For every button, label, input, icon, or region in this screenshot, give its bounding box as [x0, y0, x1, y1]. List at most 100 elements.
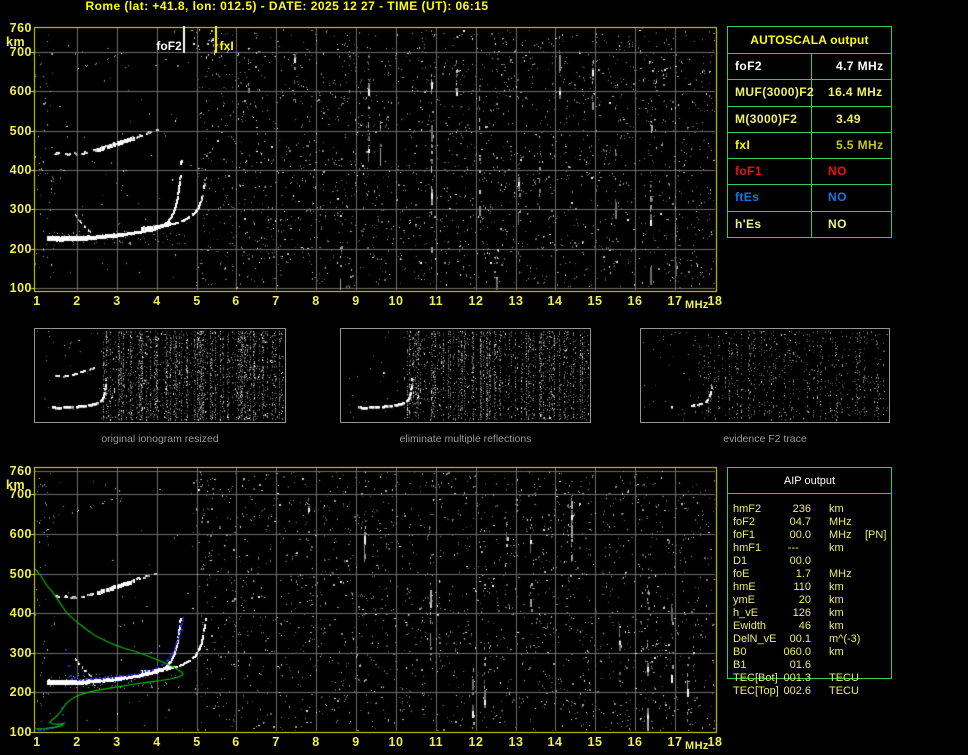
y-tick-label: 100: [1, 282, 32, 294]
x-tick-label: 2: [65, 736, 89, 748]
x-tick-label: 11: [424, 295, 448, 307]
aip-param-value: 236: [783, 503, 811, 516]
x-tick-label: 15: [583, 736, 607, 748]
aip-row-fof2: foF204.7MHz: [727, 516, 957, 529]
processing-panel-3: [640, 328, 890, 423]
x-tick-label: 8: [304, 295, 328, 307]
aip-param-name: D1: [733, 555, 783, 568]
aip-row-b0: B0060.0km: [727, 646, 957, 659]
y-tick-label: 760: [1, 22, 32, 34]
aip-row-b1: B101.6: [727, 659, 957, 672]
aip-param-name: TEC[Bot]: [733, 672, 783, 685]
aip-param-unit: TECU: [829, 672, 859, 685]
y-tick-label: 500: [1, 568, 32, 580]
aip-param-value: 01.6: [783, 659, 811, 672]
autoscala-row-value: 5.5 MHz: [812, 133, 891, 158]
panel-caption: eliminate multiple reflections: [300, 434, 631, 445]
aip-param-name: ymE: [733, 594, 783, 607]
processing-panel-1: [34, 328, 286, 423]
y-tick-label: 400: [1, 164, 32, 176]
aip-row-yme: ymE20 km: [727, 594, 957, 607]
autoscala-row-value: 3.49: [812, 107, 891, 132]
aip-row-delnve: DelN_vE00.1m^(-3): [727, 633, 957, 646]
aip-param-name: B1: [733, 659, 783, 672]
aip-param-name: DelN_vE: [733, 633, 783, 646]
processing-panel-2: [340, 328, 591, 423]
aip-param-value: 20: [783, 594, 811, 607]
y-tick-label: 300: [1, 647, 32, 659]
autoscala-row-fof2: foF24.7 MHz: [728, 54, 891, 80]
x-axis-unit: MHz: [685, 741, 709, 752]
aip-row-fof1: foF100.0MHz[PN]: [727, 529, 957, 542]
x-tick-label: 8: [304, 736, 328, 748]
autoscala-row-value: NO: [812, 159, 891, 184]
aip-param-unit: km: [829, 542, 859, 555]
fof2-marker-label: foF2: [120, 40, 182, 52]
aip-param-unit: MHz: [829, 529, 859, 542]
x-tick-label: 16: [623, 736, 647, 748]
aip-param-unit: km: [829, 594, 859, 607]
aip-row-ewidth: Ewidth46km: [727, 620, 957, 633]
x-tick-label: 5: [185, 736, 209, 748]
y-tick-label: 600: [1, 528, 32, 540]
autoscala-row-value: NO: [812, 212, 891, 237]
x-tick-label: 14: [543, 295, 567, 307]
top-ionogram-plot: [29, 22, 721, 298]
aip-param-value: 001.3: [783, 672, 811, 685]
y-tick-label: 500: [1, 125, 32, 137]
x-tick-label: 10: [384, 736, 408, 748]
autoscala-output-table: AUTOSCALA output foF24.7 MHzMUF(3000)F21…: [727, 26, 892, 238]
aip-param-name: TEC[Top]: [733, 685, 783, 698]
x-tick-label: 14: [543, 736, 567, 748]
x-tick-label: 9: [344, 295, 368, 307]
aip-param-name: hmF2: [733, 503, 783, 516]
autoscala-row-m3000f2: M(3000)F23.49: [728, 107, 891, 133]
fxi-marker-label: fxI: [220, 40, 234, 52]
autoscala-row-label: ftEs: [728, 185, 812, 210]
aip-param-unit: km: [829, 646, 859, 659]
aip-param-name: hmE: [733, 581, 783, 594]
autoscala-row-label: foF2: [728, 54, 812, 79]
aip-table-header: AIP output: [728, 468, 891, 494]
autoscala-row-label: fxI: [728, 133, 812, 158]
aip-row-foe: foE1.7MHz: [727, 568, 957, 581]
autoscala-row-value: 4.7 MHz: [812, 54, 891, 79]
aip-param-note: [PN]: [865, 529, 886, 542]
autoscala-row-ftes: ftEsNO: [728, 185, 891, 211]
x-tick-label: 6: [224, 295, 248, 307]
y-tick-label: 400: [1, 607, 32, 619]
aip-param-unit: MHz: [829, 516, 859, 529]
bottom-ionogram-plot: [29, 462, 721, 738]
aip-param-value: 00.0: [783, 555, 811, 568]
autoscala-row-hes: h'EsNO: [728, 212, 891, 237]
aip-param-unit: km: [829, 503, 859, 516]
y-axis-unit: km: [6, 36, 25, 48]
autoscala-table-header: AUTOSCALA output: [728, 27, 891, 54]
x-tick-label: 3: [105, 736, 129, 748]
y-tick-label: 600: [1, 85, 32, 97]
aip-param-unit: TECU: [829, 685, 859, 698]
aip-param-unit: MHz: [829, 568, 859, 581]
x-axis-unit: MHz: [685, 300, 709, 311]
autoscala-row-fxi: fxI5.5 MHz: [728, 133, 891, 159]
y-tick-label: 300: [1, 203, 32, 215]
autoscala-row-label: foF1: [728, 159, 812, 184]
aip-table-rows: hmF2236kmfoF204.7MHzfoF100.0MHz[PN]hmF1-…: [727, 503, 957, 698]
page-title: Rome (lat: +41.8, lon: 012.5) - DATE: 20…: [0, 0, 574, 13]
x-tick-label: 10: [384, 295, 408, 307]
x-tick-label: 7: [264, 295, 288, 307]
aip-param-name: B0: [733, 646, 783, 659]
aip-param-name: Ewidth: [733, 620, 783, 633]
autoscala-row-label: h'Es: [728, 212, 812, 237]
aip-param-unit: km: [829, 607, 859, 620]
aip-row-hme: hmE110km: [727, 581, 957, 594]
autoscala-row-value: NO: [812, 185, 891, 210]
aip-param-value: 126: [783, 607, 811, 620]
y-axis-unit: km: [6, 479, 25, 491]
x-tick-label: 2: [65, 295, 89, 307]
aip-param-name: foF1: [733, 529, 783, 542]
aip-param-name: foF2: [733, 516, 783, 529]
x-tick-label: 15: [583, 295, 607, 307]
y-tick-label: 200: [1, 686, 32, 698]
x-tick-label: 4: [145, 736, 169, 748]
